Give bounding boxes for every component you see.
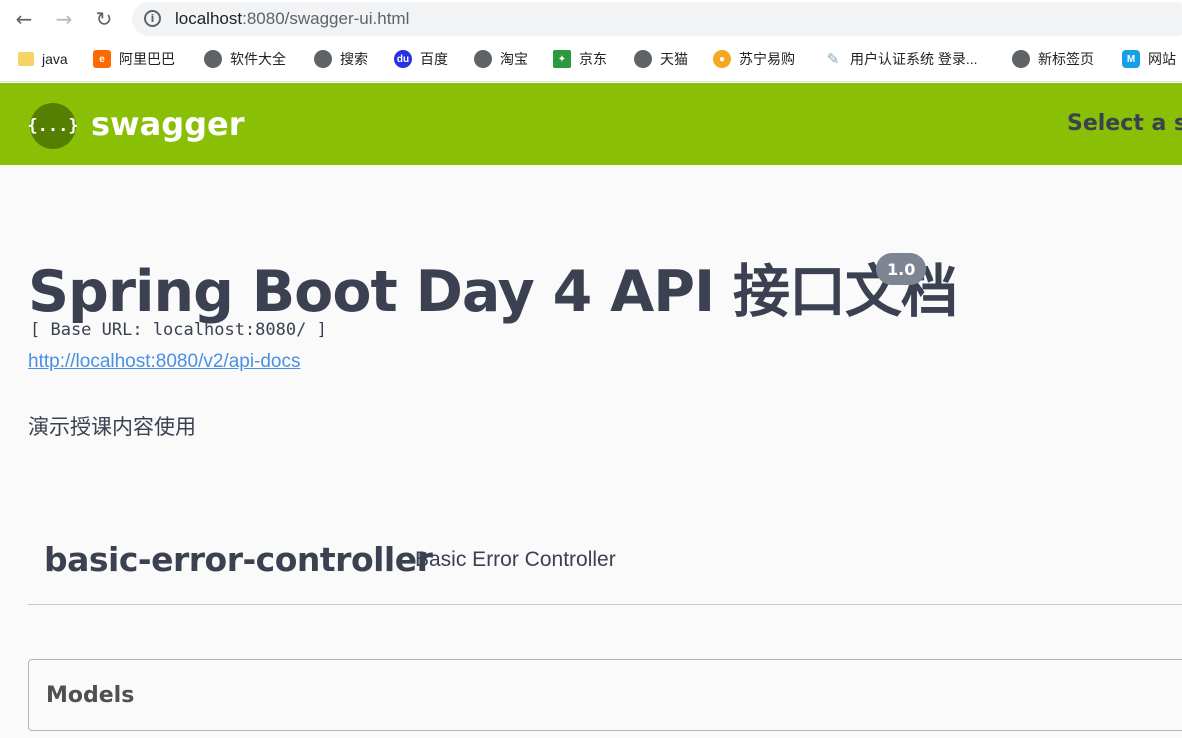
- tag-description: Basic Error Controller: [415, 548, 616, 571]
- bookmark-label: 苏宁易购: [739, 51, 795, 67]
- api-docs-link[interactable]: http://localhost:8080/v2/api-docs: [28, 351, 301, 373]
- bookmark-jd[interactable]: ✦ 京东: [553, 48, 607, 70]
- globe-icon: [314, 50, 332, 68]
- bookmark-label: 网站: [1148, 51, 1176, 67]
- bookmark-suning[interactable]: ● 苏宁易购: [713, 48, 795, 70]
- tag-section-basic-error-controller[interactable]: basic-error-controller Basic Error Contr…: [28, 530, 1182, 605]
- bookmark-label: 新标签页: [1038, 51, 1094, 67]
- globe-icon: [474, 50, 492, 68]
- baidu-icon: du: [394, 50, 412, 68]
- folder-icon: [18, 52, 34, 66]
- bookmark-auth-system[interactable]: ✎ 用户认证系统 登录...: [824, 48, 978, 70]
- bookmark-software[interactable]: 软件大全: [204, 48, 286, 70]
- bookmark-taobao[interactable]: 淘宝: [474, 48, 528, 70]
- bookmark-label: 用户认证系统 登录...: [850, 51, 978, 67]
- spec-select-label[interactable]: Select a sp: [1067, 111, 1182, 136]
- back-arrow-icon[interactable]: ←: [11, 6, 37, 32]
- bookmark-search[interactable]: 搜索: [314, 48, 368, 70]
- models-section[interactable]: Models: [28, 659, 1182, 731]
- m-icon: M: [1122, 50, 1140, 68]
- version-badge: 1.0: [876, 253, 927, 285]
- globe-icon: [204, 50, 222, 68]
- bookmark-label: 京东: [579, 51, 607, 67]
- base-url: [ Base URL: localhost:8080/ ]: [30, 320, 327, 340]
- bookmark-label: 搜索: [340, 51, 368, 67]
- bookmarks-bar: java e 阿里巴巴 软件大全 搜索 du 百度 淘宝 ✦ 京东 天猫 ● 苏…: [0, 38, 1182, 82]
- globe-icon: [634, 50, 652, 68]
- bookmark-label: 软件大全: [230, 51, 286, 67]
- page-title: Spring Boot Day 4 API 接口文档: [28, 259, 958, 325]
- url-host: localhost: [175, 9, 243, 28]
- bookmark-label: 百度: [420, 51, 448, 67]
- address-url[interactable]: localhost:8080/swagger-ui.html: [175, 9, 409, 29]
- browser-toolbar: ← → ↻ i localhost:8080/swagger-ui.html: [0, 0, 1182, 38]
- globe-icon: [1012, 50, 1030, 68]
- forward-arrow-icon[interactable]: →: [51, 6, 77, 32]
- bookmark-alibaba[interactable]: e 阿里巴巴: [93, 48, 175, 70]
- swagger-logo-text[interactable]: swagger: [91, 105, 245, 143]
- bookmark-label: 淘宝: [500, 51, 528, 67]
- bookmark-java[interactable]: java: [18, 48, 68, 70]
- bookmark-new-tab[interactable]: 新标签页: [1012, 48, 1094, 70]
- swagger-logo-icon[interactable]: {...}: [27, 103, 79, 149]
- swagger-topbar: {...} swagger Select a sp: [0, 83, 1182, 165]
- bookmark-label: java: [42, 51, 68, 67]
- bookmark-tmall[interactable]: 天猫: [634, 48, 688, 70]
- alibaba-icon: e: [93, 50, 111, 68]
- models-title[interactable]: Models: [46, 683, 134, 708]
- bookmark-label: 天猫: [660, 51, 688, 67]
- bookmark-label: 阿里巴巴: [119, 51, 175, 67]
- site-info-icon[interactable]: i: [144, 10, 161, 27]
- suning-icon: ●: [713, 50, 731, 68]
- tag-name[interactable]: basic-error-controller: [44, 540, 433, 579]
- address-bar[interactable]: i localhost:8080/swagger-ui.html: [132, 2, 1182, 36]
- feather-icon: ✎: [826, 51, 840, 68]
- jd-icon: ✦: [553, 50, 571, 68]
- bookmark-website[interactable]: M 网站: [1122, 48, 1176, 70]
- reload-icon[interactable]: ↻: [91, 6, 117, 32]
- url-path: :8080/swagger-ui.html: [242, 9, 410, 28]
- bookmark-baidu[interactable]: du 百度: [394, 48, 448, 70]
- api-description: 演示授课内容使用: [28, 416, 196, 439]
